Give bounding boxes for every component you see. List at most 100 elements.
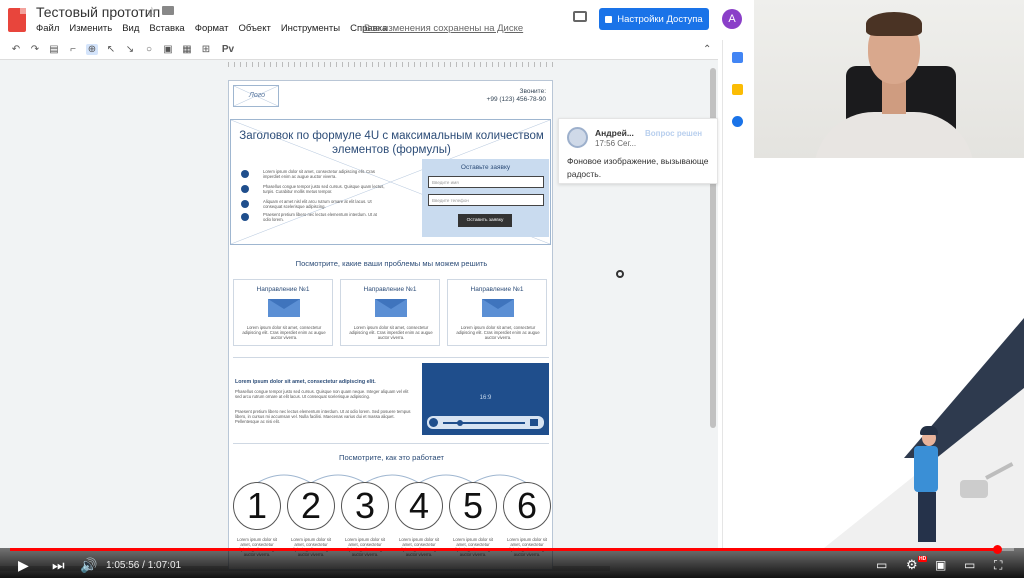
illustration-figure [918,492,936,542]
volume-icon [530,419,538,426]
phone-field[interactable]: Введите телефон [428,194,544,206]
step-number: 4 [395,482,443,530]
play-icon[interactable]: ▶ [18,558,29,572]
bullet-icon [241,185,249,193]
fullscreen-icon[interactable]: ⛶ [994,558,1002,572]
line-icon[interactable]: ↘ [124,44,136,55]
hd-badge: HD [918,556,928,562]
bullet-icon [241,200,249,208]
comment-card[interactable]: Андрей... 17:56 Сег... Вопрос решен Фоно… [558,118,718,184]
step-connectors [256,474,528,484]
share-button-label: Настройки Доступа [617,13,703,25]
menu-view[interactable]: Вид [122,23,139,34]
avatar[interactable]: A [722,9,742,29]
logo-placeholder: Лого [233,85,279,107]
phone-number: +99 (123) 456-78-90 [486,96,546,103]
textbox-icon[interactable]: ▣ [162,44,174,55]
card-text: Lorem ipsum dolor sit amet, consectetur … [456,325,540,340]
video-controls [427,416,544,429]
redo-icon[interactable]: ↷ [29,44,41,55]
menu-bar: Файл Изменить Вид Вставка Формат Объект … [36,23,387,34]
watering-can-icon [960,480,988,498]
comments-icon[interactable] [573,11,587,22]
comment-author: Андрей... [595,128,634,138]
undo-icon[interactable]: ↶ [10,44,22,55]
text-style-icon[interactable]: Pv [219,44,237,55]
how-it-works-heading: Посмотрите, как это работает [338,453,445,462]
calendar-icon[interactable] [732,52,743,63]
bullet-icon [241,213,249,221]
collapse-menus-icon[interactable]: ⌃ [703,44,711,55]
video-placeholder: 16:9 [422,363,549,435]
section-paragraph: Phasellus congue tempor justo sed cursus… [235,389,409,399]
zoom-icon[interactable]: ⊕ [86,44,98,55]
tasks-icon[interactable] [732,116,743,127]
direction-card: Направление №1 Lorem ipsum dolor sit ame… [233,279,333,346]
menu-tools[interactable]: Инструменты [281,23,340,34]
section-heading: Lorem ipsum dolor sit amet, consectetur … [235,379,376,385]
shape-icon[interactable]: ○ [143,44,155,55]
bullet-icon [241,170,249,178]
save-status-link[interactable]: Все изменения сохранены на Диске [364,23,523,34]
wireframe-page[interactable]: Лого Звоните: +99 (123) 456-78-90 Заголо… [228,80,553,570]
settings-icon[interactable]: ⚙ [906,558,918,572]
illustration-figure [920,426,938,435]
miniplayer-icon[interactable]: ▣ [935,558,946,572]
logo-label: Лого [249,92,265,99]
problems-heading: Посмотрите, какие ваши проблемы мы можем… [295,259,488,268]
app-header: Тестовый прототип ☆ Файл Изменить Вид Вс… [0,0,754,40]
subtitles-icon[interactable]: ▭ [876,558,887,572]
comment-avatar [567,127,588,148]
volume-icon[interactable]: 🔊 [80,558,97,572]
video-seekbar [443,422,525,424]
card-title: Направление №1 [256,286,310,293]
presenter-hair [866,12,922,36]
direction-card: Направление №1 Lorem ipsum dolor sit ame… [447,279,547,346]
comment-time: 17:56 Сег... [595,139,637,148]
comment-add-icon[interactable]: ⊞ [200,44,212,55]
progress-scrubber[interactable] [992,545,1002,554]
resolve-button[interactable]: Вопрос решен [645,129,702,138]
submit-button[interactable]: Оставить заявку [458,214,512,227]
benefit-text: Praesent pretium libero nec lectus eleme… [263,212,377,222]
card-text: Lorem ipsum dolor sit amet, consectetur … [242,325,326,340]
keep-icon[interactable] [732,84,743,95]
lock-icon [605,15,613,23]
progress-fill [10,548,997,551]
step-number: 1 [233,482,281,530]
folder-icon[interactable] [162,6,174,15]
share-button[interactable]: Настройки Доступа [599,8,709,30]
cursor-icon[interactable]: ↖ [105,44,117,55]
section-divider [233,357,549,358]
section-divider [233,443,549,444]
print-icon[interactable]: ▤ [48,44,60,55]
menu-object[interactable]: Объект [238,23,270,34]
step-number: 3 [341,482,389,530]
card-text: Lorem ipsum dolor sit amet, consectetur … [349,325,433,340]
direction-card: Направление №1 Lorem ipsum dolor sit ame… [340,279,440,346]
screen: Тестовый прототип ☆ Файл Изменить Вид Вс… [0,0,1024,578]
next-icon[interactable]: ⏭ [52,558,65,572]
illustration-figure [914,446,938,492]
menu-file[interactable]: Файл [36,23,59,34]
envelope-icon [268,299,300,317]
play-icon [429,418,438,427]
paint-format-icon[interactable]: ⌐ [67,44,79,55]
star-icon[interactable]: ☆ [146,4,158,20]
theater-mode-icon[interactable]: ▭ [964,558,975,572]
lead-form: Оставьте заявку Введите имя Введите теле… [422,159,549,237]
phone-label: Звоните: [519,88,546,95]
image-icon[interactable]: ▦ [181,44,193,55]
webcam-video [754,0,1024,158]
form-title: Оставьте заявку [460,164,511,171]
name-field[interactable]: Введите имя [428,176,544,188]
menu-edit[interactable]: Изменить [69,23,112,34]
side-panel-rail [722,40,752,548]
menu-insert[interactable]: Вставка [149,23,184,34]
benefit-text: Phasellus congue tempor justo sed cursus… [263,184,385,194]
menu-format[interactable]: Формат [195,23,229,34]
step-number: 6 [503,482,551,530]
card-title: Направление №1 [470,286,524,293]
drawings-logo-icon[interactable] [8,8,26,32]
document-title[interactable]: Тестовый прототип [36,4,160,20]
